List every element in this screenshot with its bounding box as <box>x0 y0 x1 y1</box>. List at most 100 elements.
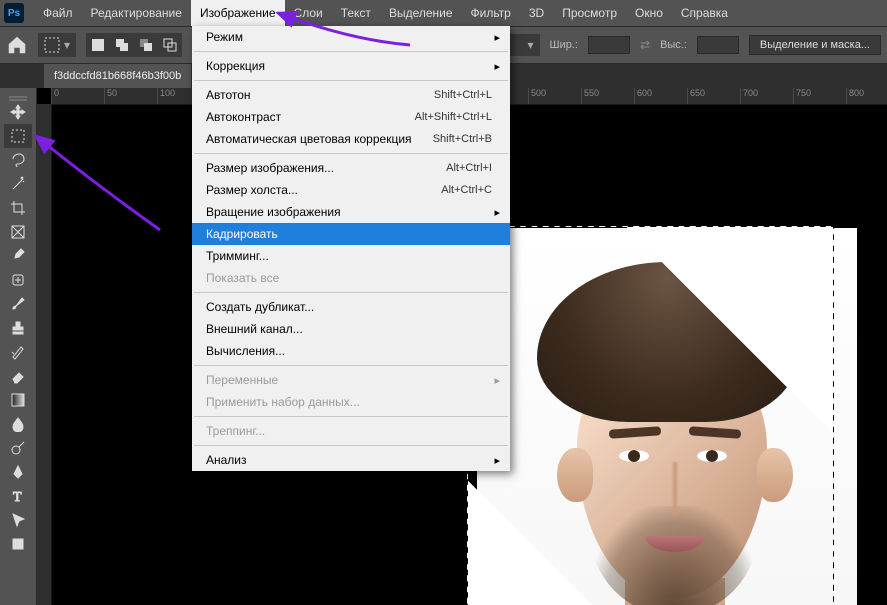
menu-3d[interactable]: 3D <box>520 0 553 26</box>
mode-add-icon[interactable] <box>110 33 134 57</box>
lasso-tool-icon[interactable] <box>4 148 32 172</box>
panel-grip-icon[interactable] <box>5 92 31 100</box>
type-tool-icon[interactable]: T <box>4 484 32 508</box>
mode-sub-icon[interactable] <box>134 33 158 57</box>
menu-item-label: Переменные <box>206 373 278 387</box>
menu-изображение[interactable]: Изображение <box>191 0 285 26</box>
menu-item-label: Кадрировать <box>206 227 278 241</box>
menu-item-label: Режим <box>206 30 243 44</box>
menu-item: Применить набор данных... <box>192 391 510 413</box>
menu-item[interactable]: Кадрировать <box>192 223 510 245</box>
width-input[interactable] <box>588 36 630 54</box>
menu-separator <box>194 445 508 446</box>
menu-фильтр[interactable]: Фильтр <box>462 0 520 26</box>
menu-файл[interactable]: Файл <box>34 0 82 26</box>
menu-item: Переменные <box>192 369 510 391</box>
width-label: Шир.: <box>550 39 578 51</box>
brush-tool-icon[interactable] <box>4 292 32 316</box>
pen-tool-icon[interactable] <box>4 460 32 484</box>
menu-item-label: Тримминг... <box>206 249 269 263</box>
path-select-tool-icon[interactable] <box>4 508 32 532</box>
menu-item-label: Анализ <box>206 453 247 467</box>
menu-item-label: Создать дубликат... <box>206 300 314 314</box>
gradient-tool-icon[interactable] <box>4 388 32 412</box>
menu-separator <box>194 416 508 417</box>
menu-справка[interactable]: Справка <box>672 0 737 26</box>
menu-слои[interactable]: Слои <box>285 0 332 26</box>
menu-item-label: Треппинг... <box>206 424 265 438</box>
menu-item[interactable]: Вращение изображения <box>192 201 510 223</box>
shape-tool-icon[interactable] <box>4 532 32 556</box>
menu-shortcut: Alt+Ctrl+I <box>446 162 492 174</box>
menu-item-label: Применить набор данных... <box>206 395 360 409</box>
menu-item-label: Коррекция <box>206 59 265 73</box>
menu-item[interactable]: Создать дубликат... <box>192 296 510 318</box>
menu-item: Показать все <box>192 267 510 289</box>
wand-tool-icon[interactable] <box>4 172 32 196</box>
svg-text:T: T <box>13 490 22 504</box>
menu-item-label: Автоматическая цветовая коррекция <box>206 132 412 146</box>
menu-separator <box>194 51 508 52</box>
home-icon[interactable] <box>6 34 28 56</box>
menu-item-label: Автотон <box>206 88 251 102</box>
height-input[interactable] <box>697 36 739 54</box>
eyedropper-tool-icon[interactable] <box>4 244 32 268</box>
menu-separator <box>194 365 508 366</box>
menu-item[interactable]: Автотон Shift+Ctrl+L <box>192 84 510 106</box>
menu-item-label: Вычисления... <box>206 344 285 358</box>
frame-tool-icon[interactable] <box>4 220 32 244</box>
mode-intersect-icon[interactable] <box>158 33 182 57</box>
healing-tool-icon[interactable] <box>4 268 32 292</box>
menu-item[interactable]: Режим <box>192 26 510 48</box>
menu-item-label: Показать все <box>206 271 279 285</box>
menu-item: Треппинг... <box>192 420 510 442</box>
menu-просмотр[interactable]: Просмотр <box>553 0 626 26</box>
menu-separator <box>194 292 508 293</box>
menu-item-label: Вращение изображения <box>206 205 341 219</box>
menu-separator <box>194 153 508 154</box>
menu-item[interactable]: Размер изображения... Alt+Ctrl+I <box>192 157 510 179</box>
crop-tool-icon[interactable] <box>4 196 32 220</box>
menu-shortcut: Alt+Ctrl+C <box>441 184 492 196</box>
menubar: Ps ФайлРедактированиеИзображениеСлоиТекс… <box>0 0 887 27</box>
menu-item-label: Размер изображения... <box>206 161 334 175</box>
app-logo-icon: Ps <box>4 3 24 23</box>
selection-marquee <box>467 226 834 605</box>
menu-выделение[interactable]: Выделение <box>380 0 462 26</box>
menu-item[interactable]: Автоконтраст Alt+Shift+Ctrl+L <box>192 106 510 128</box>
menu-shortcut: Alt+Shift+Ctrl+L <box>415 111 492 123</box>
menu-item-label: Размер холста... <box>206 183 298 197</box>
document-tab-label: f3ddccfd81b668f46b3f00b <box>54 64 181 88</box>
document-tab[interactable]: f3ddccfd81b668f46b3f00b <box>44 64 191 88</box>
menu-окно[interactable]: Окно <box>626 0 672 26</box>
menu-редактирование[interactable]: Редактирование <box>82 0 191 26</box>
menu-item[interactable]: Вычисления... <box>192 340 510 362</box>
menu-item-label: Автоконтраст <box>206 110 281 124</box>
menu-item[interactable]: Внешний канал... <box>192 318 510 340</box>
menu-item[interactable]: Автоматическая цветовая коррекция Shift+C… <box>192 128 510 150</box>
menu-item[interactable]: Тримминг... <box>192 245 510 267</box>
history-brush-tool-icon[interactable] <box>4 340 32 364</box>
select-and-mask-button[interactable]: Выделение и маска... <box>749 35 881 55</box>
image-menu-dropdown: Режим Коррекция Автотон Shift+Ctrl+L Автокон… <box>192 26 510 471</box>
swap-icon[interactable]: ⇄ <box>640 38 650 52</box>
marquee-shape-icon[interactable]: ▾ <box>38 33 76 57</box>
menu-item[interactable]: Анализ <box>192 449 510 471</box>
blur-tool-icon[interactable] <box>4 412 32 436</box>
move-tool-icon[interactable] <box>4 100 32 124</box>
menu-item-label: Внешний канал... <box>206 322 303 336</box>
marquee-tool-icon[interactable] <box>4 124 32 148</box>
menu-item[interactable]: Размер холста... Alt+Ctrl+C <box>192 179 510 201</box>
menu-текст[interactable]: Текст <box>332 0 380 26</box>
mode-new-icon[interactable] <box>86 33 110 57</box>
ruler-vertical <box>37 104 52 605</box>
menu-item[interactable]: Коррекция <box>192 55 510 77</box>
menu-shortcut: Shift+Ctrl+B <box>433 133 492 145</box>
eraser-tool-icon[interactable] <box>4 364 32 388</box>
dodge-tool-icon[interactable] <box>4 436 32 460</box>
stamp-tool-icon[interactable] <box>4 316 32 340</box>
tools-panel: T <box>0 88 37 605</box>
height-label: Выс.: <box>660 39 687 51</box>
menu-shortcut: Shift+Ctrl+L <box>434 89 492 101</box>
menu-separator <box>194 80 508 81</box>
